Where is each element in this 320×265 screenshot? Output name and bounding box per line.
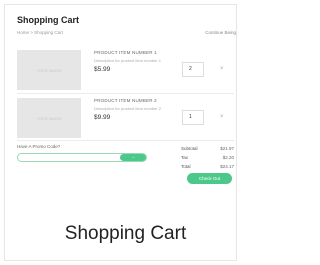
remove-item-icon[interactable]: × xyxy=(220,114,224,120)
total-row: Total $24.17 xyxy=(181,162,234,171)
remove-item-icon[interactable]: × xyxy=(220,66,224,72)
product-image-label: YOUR IMAGE xyxy=(36,67,62,73)
subtotal-row: Subtotal $21.97 xyxy=(181,144,234,153)
caption: Shopping Cart xyxy=(64,223,187,244)
product-price: $5.99 xyxy=(94,66,111,73)
order-totals: Subtotal $21.97 Tax $2.20 Total $24.17 xyxy=(181,144,234,171)
product-description: Description for product item number 2 xyxy=(94,106,161,111)
page-title: Shopping Cart xyxy=(17,15,79,25)
tax-value: $2.20 xyxy=(222,155,234,160)
total-label: Total xyxy=(181,164,191,169)
subtotal-value: $21.97 xyxy=(220,146,234,151)
tax-row: Tax $2.20 xyxy=(181,153,234,162)
product-name: PRODUCT ITEM NUMBER 1 xyxy=(94,50,157,55)
total-value: $24.17 xyxy=(220,164,234,169)
promo-code-label: Have A Promo Code? xyxy=(17,144,61,149)
product-description: Description for product item number 1 xyxy=(94,58,161,63)
product-name: PRODUCT ITEM NUMBER 2 xyxy=(94,98,157,103)
cart-item: YOUR IMAGE PRODUCT ITEM NUMBER 2 Descrip… xyxy=(15,94,234,138)
breadcrumb[interactable]: Home > Shopping Cart xyxy=(17,30,63,35)
tax-label: Tax xyxy=(181,155,189,160)
quantity-input[interactable]: 2 xyxy=(182,62,204,77)
screenshot-frame: Shopping Cart Home > Shopping Cart Conti… xyxy=(4,4,237,261)
product-image: YOUR IMAGE xyxy=(17,98,81,138)
checkout-button[interactable]: Check Out xyxy=(187,173,232,184)
cart-item: YOUR IMAGE PRODUCT ITEM NUMBER 1 Descrip… xyxy=(15,46,234,90)
divider xyxy=(17,140,234,141)
shopping-cart-panel: Shopping Cart Home > Shopping Cart Conti… xyxy=(15,13,236,191)
subtotal-label: Subtotal xyxy=(181,146,198,151)
quantity-input[interactable]: 1 xyxy=(182,110,204,125)
continue-link[interactable]: Continue Being xyxy=(205,30,236,35)
product-image: YOUR IMAGE xyxy=(17,50,81,90)
product-price: $9.99 xyxy=(94,114,111,121)
apply-promo-button[interactable]: → xyxy=(120,154,146,161)
product-image-label: YOUR IMAGE xyxy=(36,115,62,121)
